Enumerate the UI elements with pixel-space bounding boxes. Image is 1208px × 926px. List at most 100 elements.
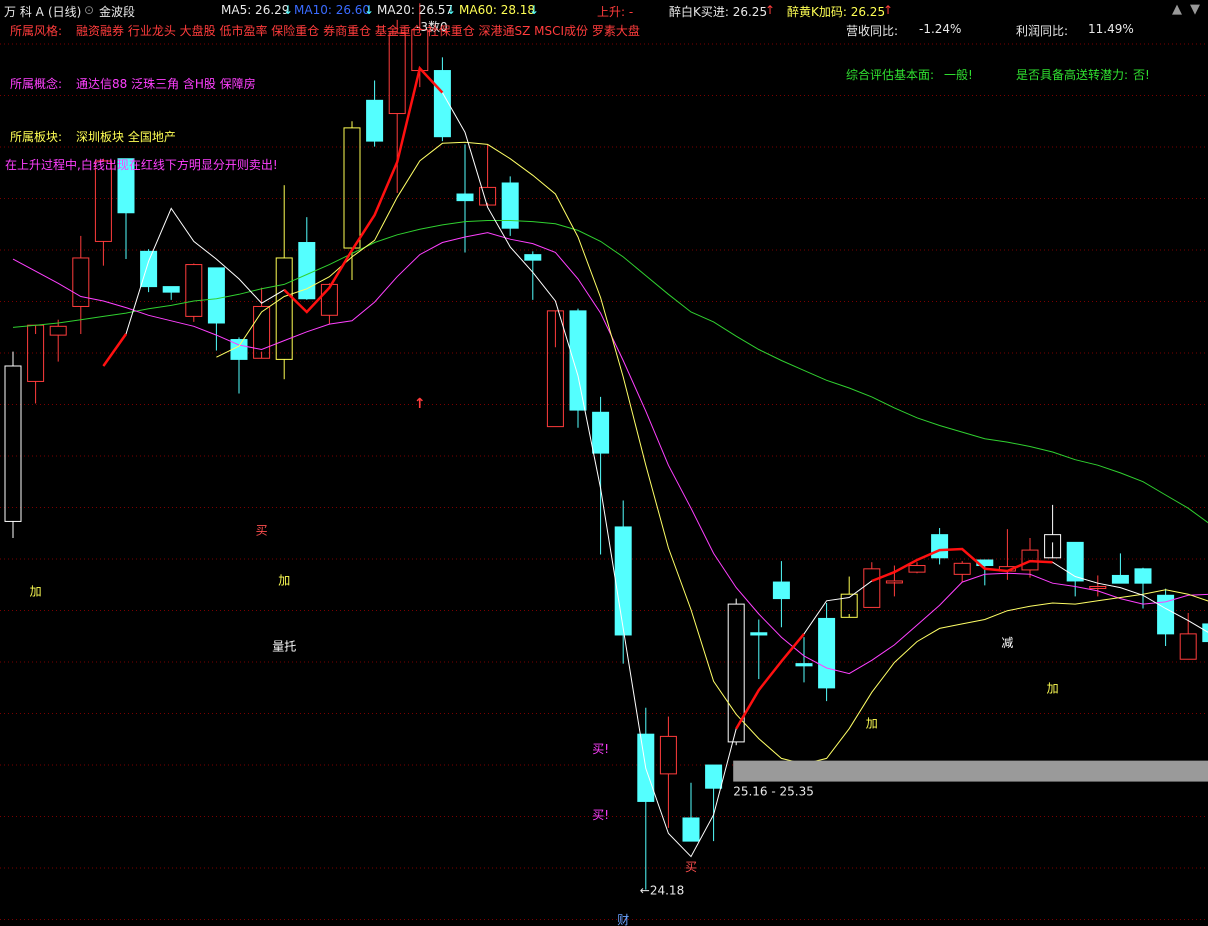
candle-body — [931, 534, 949, 559]
candle — [4, 351, 22, 538]
stock-name[interactable]: 万 科 A — [4, 3, 44, 20]
candle — [27, 324, 45, 404]
trend-segment — [735, 633, 805, 730]
revenue-value: -1.24% — [919, 22, 962, 36]
transfer-value: 否! — [1133, 68, 1150, 82]
zuihuang-label: 醉黄K加码: 26.25 — [787, 5, 886, 19]
profit-label: 利润同比: — [1016, 24, 1069, 38]
candle-body — [863, 568, 881, 608]
candle — [659, 716, 677, 828]
low-price-label: ←24.18 — [640, 884, 684, 898]
trend-segment — [102, 333, 128, 367]
candle — [479, 144, 497, 206]
candle-body — [253, 305, 271, 359]
sector-value: 深圳板块 全国地产 — [76, 130, 176, 144]
candle — [501, 176, 519, 236]
ma5-label: MA5: 26.29 — [221, 3, 290, 17]
candle — [546, 310, 564, 428]
candle — [433, 57, 451, 142]
candle-body — [795, 663, 813, 667]
sector-label: 所属板块: — [10, 130, 63, 144]
support-zone-label: 25.16 - 25.35 — [733, 785, 814, 799]
ma10-arrow-down-icon: ↓ — [364, 3, 375, 17]
eval-value: 一般! — [944, 68, 973, 82]
candle-body — [1202, 623, 1208, 643]
candle-body — [207, 267, 225, 324]
signal-label: 买 — [685, 860, 697, 874]
signal-label: 买 — [256, 524, 268, 538]
candle — [569, 308, 587, 428]
ma20-arrow-down-icon: ↓ — [446, 3, 457, 17]
candle — [1021, 537, 1039, 578]
candle-body — [682, 817, 700, 842]
candle-body — [1066, 541, 1084, 582]
indicator-dropdown-icon[interactable]: ⊙ — [84, 3, 94, 17]
candle-body — [275, 257, 293, 360]
ma20-label: MA20: 26.57 — [377, 3, 454, 17]
up-label: 上升: - — [597, 5, 634, 19]
candle — [140, 249, 158, 293]
moving-average-lines — [12, 65, 1208, 858]
ma5-arrow-down-icon: ↓ — [283, 3, 294, 17]
collapse-down-icon[interactable]: ▼ — [1190, 2, 1200, 17]
zuibai-label: 醉白K买进: 26.25 — [669, 5, 768, 19]
signal-label: 财 — [617, 913, 629, 926]
candle — [592, 396, 610, 555]
candle — [1111, 553, 1129, 584]
ma60-arrow-down-icon: ↓ — [529, 3, 540, 17]
signal-label: 加 — [1047, 681, 1059, 695]
indicator-name[interactable]: 金波段 — [99, 3, 135, 20]
candle — [1044, 504, 1062, 559]
candle — [750, 619, 768, 680]
revenue-label: 营收同比: — [846, 24, 899, 38]
candlestick-chart[interactable]: 25.16 - 25.35加买加量托买!买!买加减加财↑←24.18 — [0, 0, 1208, 926]
period-label[interactable]: (日线) — [48, 3, 81, 20]
candle-body — [1089, 585, 1107, 589]
candle-body — [750, 632, 768, 636]
candle-body — [4, 365, 22, 522]
candle-body — [72, 257, 90, 307]
transfer-label: 是否具备高送转潜力: — [1016, 68, 1129, 82]
annotations: 25.16 - 25.35加买加量托买!买!买加减加财↑←24.18 — [30, 396, 1208, 926]
candle-body — [433, 70, 451, 138]
candle — [162, 286, 180, 300]
candle — [682, 782, 700, 842]
candle — [1179, 612, 1197, 660]
support-zone — [733, 760, 1208, 782]
collapse-up-icon[interactable]: ▲ — [1172, 2, 1182, 17]
style-value: 融资融券 行业龙头 大盘股 低市盈率 保险重仓 券商重仓 基金重仓 社保重仓 深… — [76, 24, 640, 38]
candle-body — [456, 193, 474, 202]
candle — [117, 158, 135, 260]
candle-body — [1157, 594, 1175, 635]
candle-body — [388, 32, 406, 115]
candle-body — [772, 581, 790, 600]
candle-body — [185, 264, 203, 317]
zuibai-arrow-up-icon: ↑ — [765, 3, 776, 17]
signal-label: 买! — [592, 742, 609, 756]
candle-body — [1111, 574, 1129, 584]
candle-body — [659, 735, 677, 775]
ma60-label: MA60: 28.18 — [459, 3, 536, 17]
candle — [207, 267, 225, 351]
signal-label: 加 — [278, 573, 290, 587]
concept-label: 所属概念: — [10, 77, 63, 91]
candle — [818, 603, 836, 702]
candle-body — [908, 565, 926, 573]
candle — [1202, 623, 1208, 643]
candle-body — [705, 764, 723, 789]
ma10-line — [216, 141, 1208, 765]
signal-label: 买! — [592, 808, 609, 822]
signal-label: 加 — [866, 717, 878, 731]
candle — [524, 251, 542, 300]
candle-body — [885, 580, 903, 584]
candle — [931, 528, 949, 565]
ma10-label: MA10: 26.60 — [294, 3, 371, 17]
candle — [298, 217, 316, 300]
candle-body — [1134, 568, 1152, 584]
candle — [727, 598, 745, 746]
signal-label: 量托 — [272, 639, 296, 653]
profit-value: 11.49% — [1088, 22, 1134, 36]
candle-body — [818, 617, 836, 689]
candle-body — [49, 325, 67, 336]
candle — [185, 263, 203, 322]
